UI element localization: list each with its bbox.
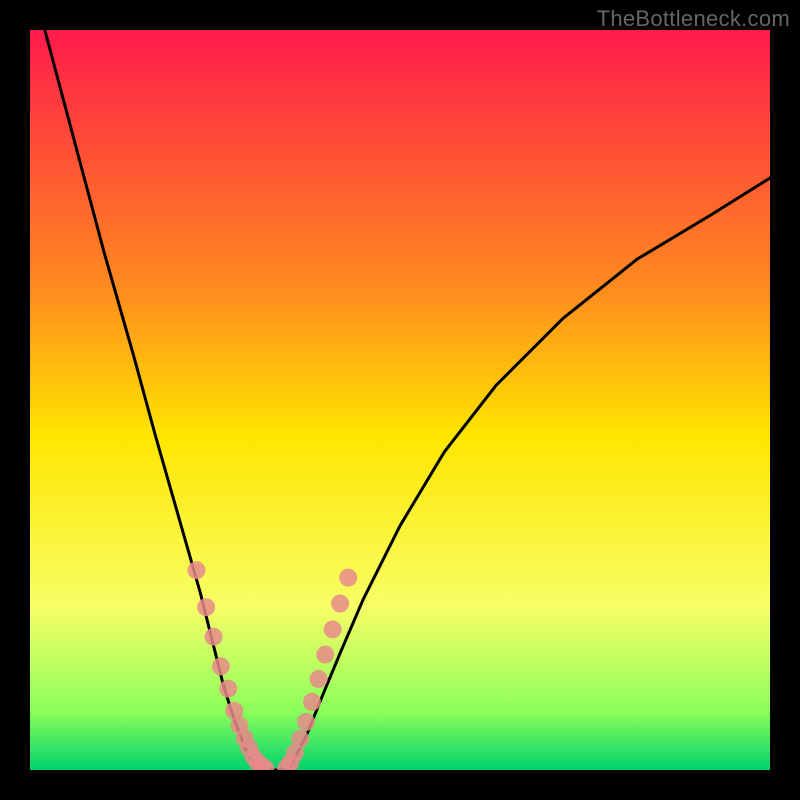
marker-dot xyxy=(324,620,342,638)
marker-dot xyxy=(303,693,321,711)
marker-dot xyxy=(339,569,357,587)
marker-dot xyxy=(205,628,223,646)
marker-dot xyxy=(316,646,334,664)
gradient-background xyxy=(30,30,770,770)
marker-dot xyxy=(212,657,230,675)
marker-dot xyxy=(331,595,349,613)
marker-dot xyxy=(291,730,309,748)
chart-frame xyxy=(30,30,770,770)
marker-dot xyxy=(219,680,237,698)
marker-dot xyxy=(297,713,315,731)
marker-dot xyxy=(188,561,206,579)
marker-dot xyxy=(197,598,215,616)
marker-dot xyxy=(310,670,328,688)
watermark: TheBottleneck.com xyxy=(597,6,790,32)
bottleneck-chart xyxy=(30,30,770,770)
